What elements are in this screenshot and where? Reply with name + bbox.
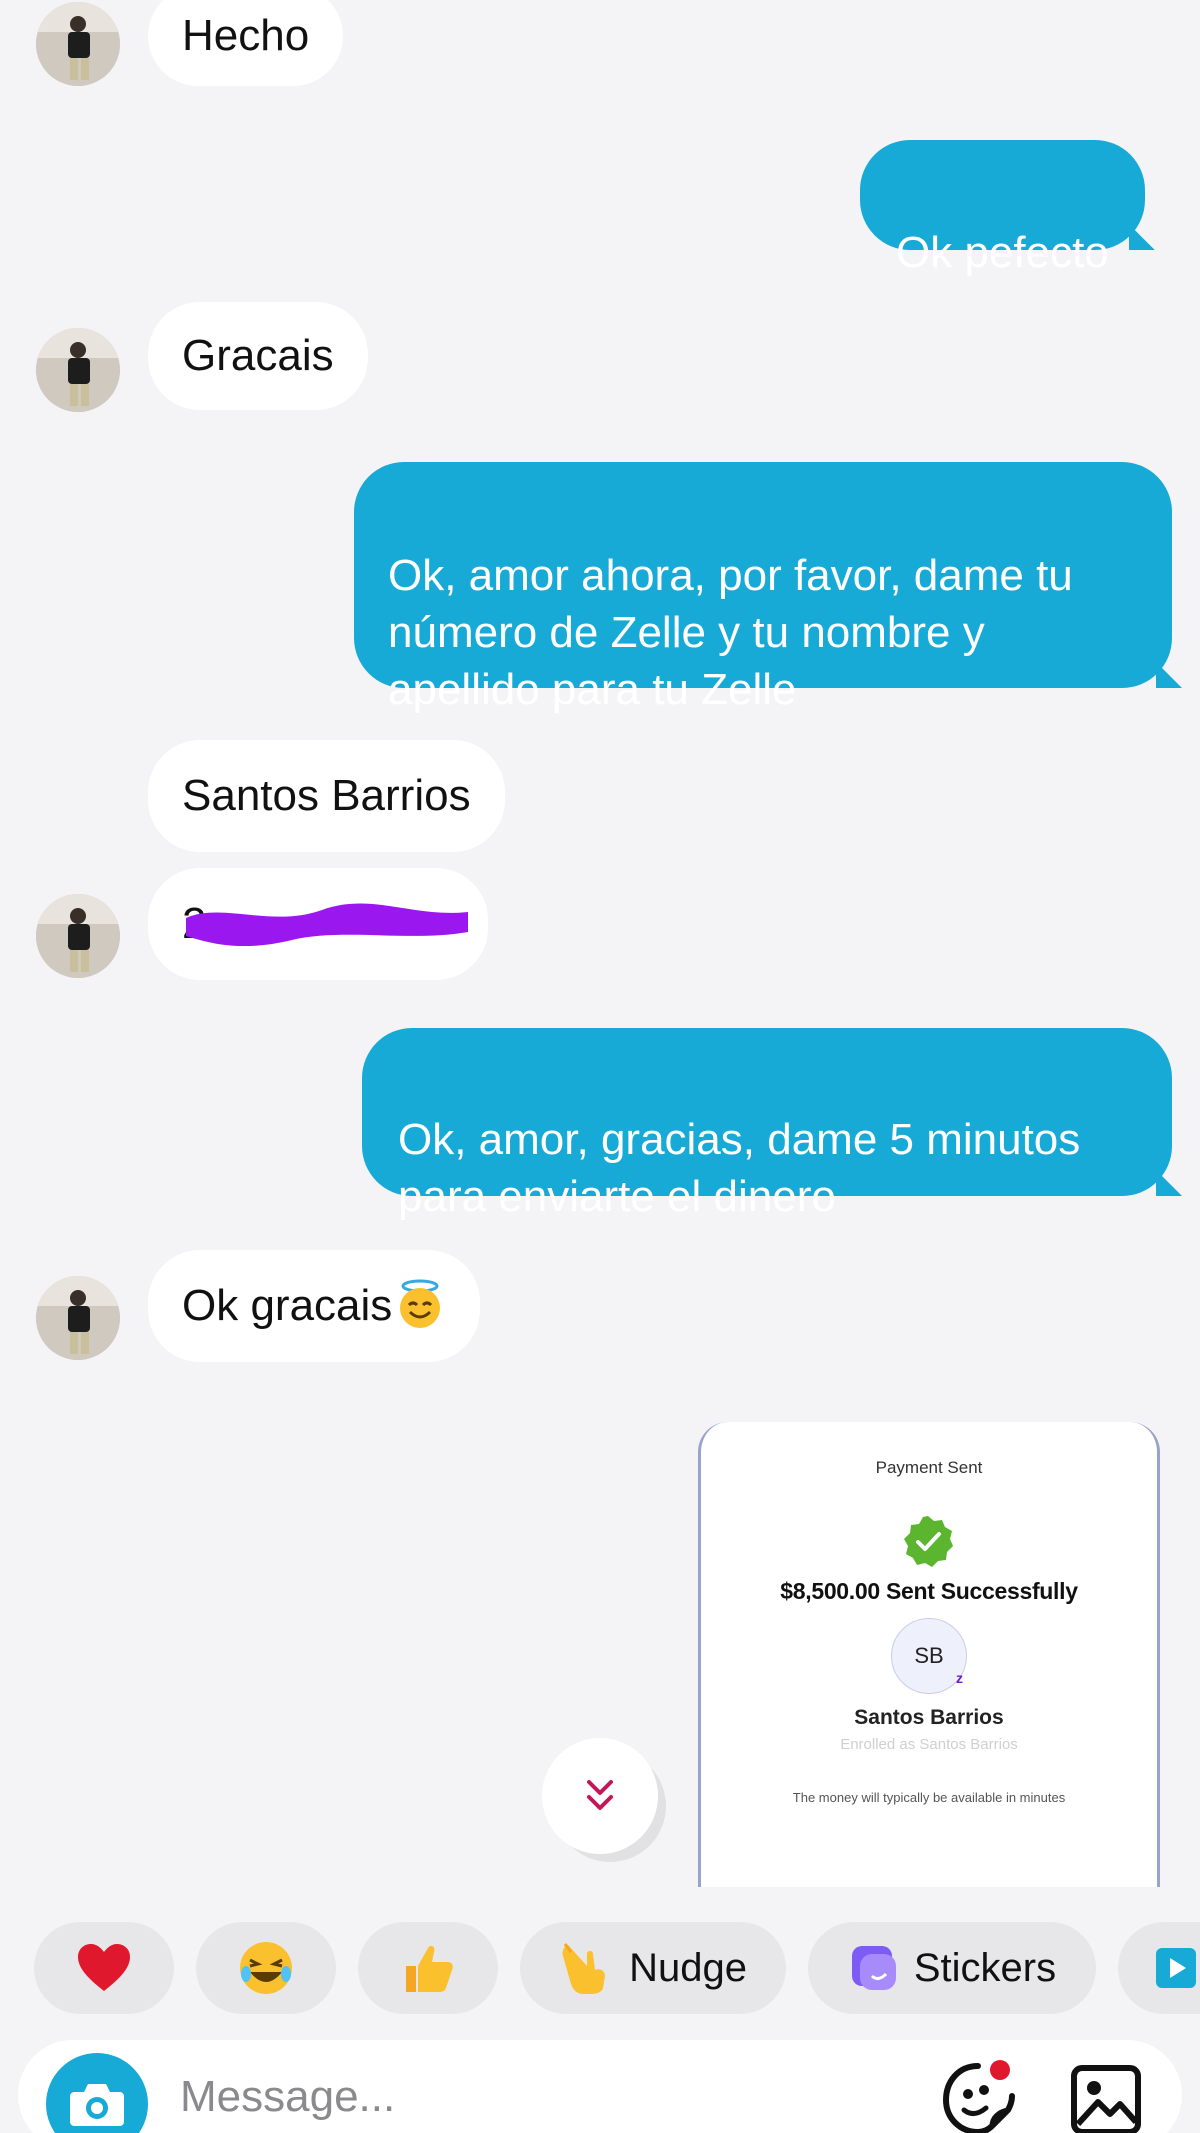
gallery-icon[interactable] [1070,2064,1142,2133]
message-text: Ok gracais [182,1281,393,1330]
reaction-laugh-button[interactable] [196,1922,336,2014]
recipient-name: Santos Barrios [854,1706,1004,1729]
redaction-scribble [186,903,468,946]
chat-screen: Hecho Ok pefecto Gracais Ok, amor ahora,… [0,0,1200,2133]
scroll-to-bottom-button[interactable] [542,1738,658,1854]
more-reactions-button[interactable] [1118,1922,1200,2014]
incoming-message[interactable]: Gracais [148,302,368,410]
zelle-badge: z [956,1670,963,1686]
message-text: Santos Barrios [182,771,471,820]
incoming-message[interactable]: Santos Barrios [148,740,505,852]
incoming-message[interactable]: Ok gracais [148,1250,481,1362]
payment-amount: $8,500.00 Sent Successfully [780,1578,1078,1604]
contact-avatar[interactable] [36,2,120,86]
nudge-button[interactable]: Nudge [520,1922,786,2014]
laughing-face-icon [240,1942,292,1994]
contact-avatar[interactable] [36,894,120,978]
reaction-heart-button[interactable] [34,1922,174,2014]
payment-screenshot[interactable]: Payment Sent $8,500.00 Sent Successfully… [698,1422,1160,1887]
camera-icon [70,2084,124,2126]
payment-title: Payment Sent [875,1458,983,1477]
message-text: Ok pefecto [896,228,1109,277]
outgoing-message[interactable]: Ok, amor, gracias, dame 5 minutos para e… [362,1028,1172,1221]
outgoing-message[interactable]: Ok pefecto [860,140,1145,277]
outgoing-message[interactable]: Ok, amor ahora, por favor, dame tu númer… [354,462,1172,714]
thumbs-up-icon [406,1945,453,1992]
message-text: Gracais [182,331,334,380]
nudge-label: Nudge [629,1945,747,1990]
stickers-label: Stickers [913,1945,1057,1990]
check-badge-icon [904,1516,953,1567]
reaction-like-button[interactable] [358,1922,498,2014]
message-text: Ok, amor ahora, por favor, dame tu númer… [388,551,1073,714]
smiling-face-with-halo-icon [400,1279,441,1328]
message-composer [18,2040,1182,2133]
availability-note: The money will typically be available in… [792,1790,1066,1805]
incoming-message[interactable]: Hecho [148,0,344,86]
heart-icon [78,1944,130,1991]
avatar-image [36,328,120,412]
message-input[interactable] [178,2066,782,2128]
contact-avatar[interactable] [36,328,120,412]
avatar-image [36,2,120,86]
camera-button[interactable] [46,2053,148,2133]
stickers-icon [851,1946,896,1990]
avatar-image [36,894,120,978]
message-text: Ok, amor, gracias, dame 5 minutos para e… [398,1115,1081,1221]
avatar-image [36,1276,120,1360]
sticker-emoji-icon[interactable] [938,2056,1022,2133]
enrolled-as-text: Enrolled as Santos Barrios [840,1736,1018,1753]
message-text: Hecho [182,11,310,60]
pointing-hand-icon [562,1943,606,1994]
play-icon [1156,1948,1196,1988]
double-chevron-down-icon [587,1780,613,1810]
stickers-button[interactable]: Stickers [808,1922,1096,2014]
contact-avatar[interactable] [36,1276,120,1360]
